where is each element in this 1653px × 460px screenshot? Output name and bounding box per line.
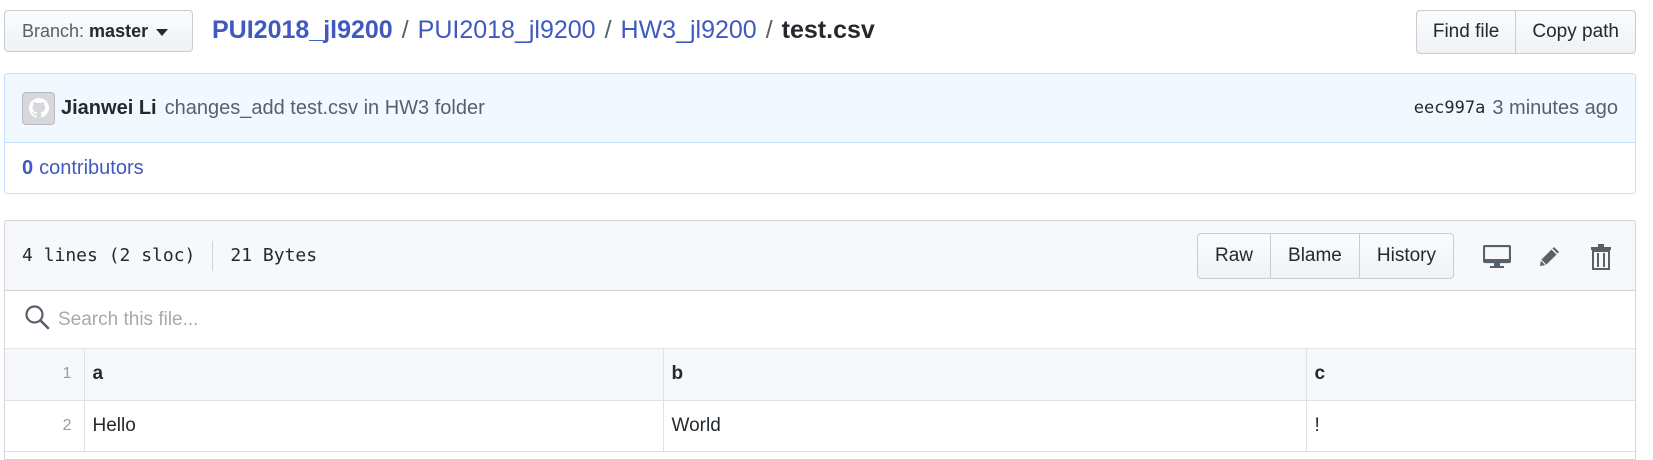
caret-down-icon <box>156 28 169 36</box>
table-header-row: 1 a b c <box>5 349 1635 401</box>
file-viewer: 4 lines (2 sloc) 21 Bytes Raw Blame Hist… <box>4 220 1636 460</box>
breadcrumb: PUI2018_jl9200 / PUI2018_jl9200 / HW3_jl… <box>212 12 875 48</box>
commit-time: 3 minutes ago <box>1492 96 1618 119</box>
contributors-row[interactable]: 0 contributors <box>5 143 1635 193</box>
breadcrumb-current-file: test.csv <box>781 16 875 44</box>
find-file-button[interactable]: Find file <box>1415 10 1517 54</box>
avatar[interactable] <box>22 91 55 125</box>
column-header: a <box>83 349 664 401</box>
line-number[interactable]: 1 <box>5 349 85 401</box>
breadcrumb-folder-link[interactable]: PUI2018_jl9200 <box>418 12 596 48</box>
commit-tease: Jianwei Li changes_add test.csv in HW3 f… <box>4 73 1636 194</box>
history-button[interactable]: History <box>1358 233 1454 279</box>
copy-path-button[interactable]: Copy path <box>1515 10 1636 54</box>
file-navigation: Branch: master PUI2018_jl9200 / PUI2018_… <box>0 0 1653 66</box>
file-info-divider <box>212 240 214 271</box>
github-octocat-icon <box>28 98 49 118</box>
branch-prefix-label: Branch: <box>22 20 85 41</box>
commit-message-link[interactable]: changes_add test.csv in HW3 folder <box>165 97 485 120</box>
pencil-icon[interactable] <box>1534 242 1564 272</box>
csv-table: 1 a b c 2 Hello World ! <box>5 349 1635 452</box>
breadcrumb-separator: / <box>401 16 409 44</box>
search-input[interactable] <box>56 307 756 332</box>
file-info: 4 lines (2 sloc) 21 Bytes <box>22 240 318 271</box>
file-actions <box>1460 242 1616 272</box>
blame-button[interactable]: Blame <box>1270 233 1360 279</box>
commit-meta: eec997a 3 minutes ago <box>1414 97 1618 120</box>
column-header: b <box>662 349 1307 401</box>
raw-button[interactable]: Raw <box>1197 233 1272 279</box>
table-cell: ! <box>1305 399 1635 452</box>
search-icon <box>24 304 50 335</box>
breadcrumb-folder-link[interactable]: HW3_jl9200 <box>621 12 757 48</box>
commit-author-link[interactable]: Jianwei Li <box>61 97 157 120</box>
file-header: 4 lines (2 sloc) 21 Bytes Raw Blame Hist… <box>5 221 1635 291</box>
breadcrumb-separator: / <box>765 16 773 44</box>
desktop-icon[interactable] <box>1482 242 1512 272</box>
table-row: 2 Hello World ! <box>5 399 1635 452</box>
column-header: c <box>1305 349 1635 401</box>
table-cell: Hello <box>83 399 664 452</box>
file-size: 21 Bytes <box>230 245 318 266</box>
trashcan-icon[interactable] <box>1586 242 1616 272</box>
file-nav-button-group: Find file Copy path <box>1415 10 1636 54</box>
latest-commit-row: Jianwei Li changes_add test.csv in HW3 f… <box>5 74 1635 143</box>
contributors-count: 0 <box>22 157 34 179</box>
branch-select-button[interactable]: Branch: master <box>4 10 193 52</box>
commit-sha-link[interactable]: eec997a <box>1414 98 1486 118</box>
table-cell: World <box>662 399 1307 452</box>
file-line-count: 4 lines (2 sloc) <box>22 245 196 266</box>
file-view-button-group: Raw Blame History <box>1197 233 1454 279</box>
file-search-bar <box>5 291 1635 349</box>
branch-name: master <box>89 20 149 41</box>
contributors-label: contributors <box>39 157 144 179</box>
line-number[interactable]: 2 <box>5 399 85 452</box>
breadcrumb-repo-link[interactable]: PUI2018_jl9200 <box>212 12 393 48</box>
breadcrumb-separator: / <box>604 16 612 44</box>
